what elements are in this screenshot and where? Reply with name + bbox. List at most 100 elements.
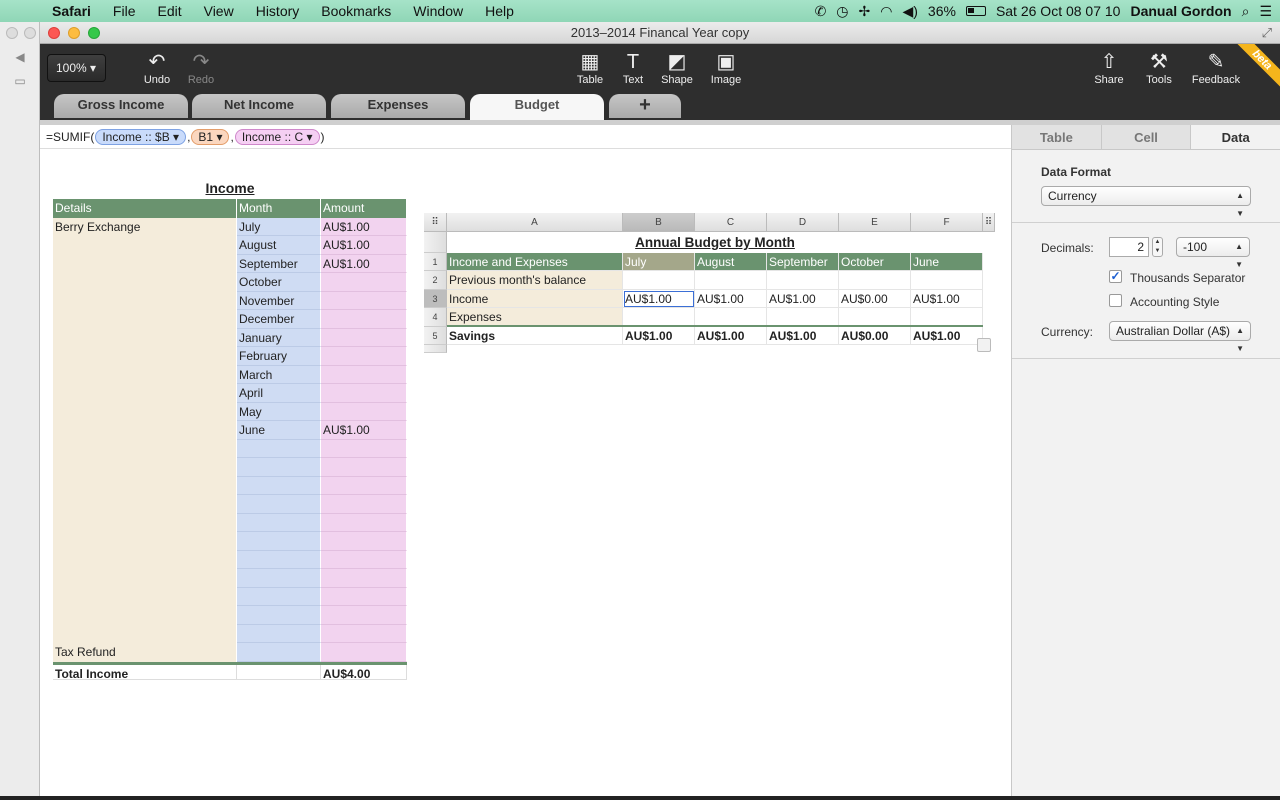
negative-format-select[interactable]: -100 ▲ ▼ — [1176, 237, 1250, 269]
column-header-d[interactable]: D — [767, 213, 839, 232]
budget-savings-cell[interactable]: AU$1.00 — [767, 327, 839, 345]
menu-edit[interactable]: Edit — [146, 3, 192, 19]
income-amount-cell[interactable] — [321, 365, 407, 384]
income-amount-cell[interactable] — [321, 384, 407, 403]
decimals-stepper[interactable]: ▲ ▼ — [1152, 237, 1163, 257]
menu-file[interactable]: File — [102, 3, 147, 19]
income-month-cell[interactable]: June — [237, 421, 321, 440]
income-month-cell[interactable] — [237, 643, 321, 662]
income-amount-cell[interactable] — [321, 439, 407, 458]
formula-bar[interactable]: =SUMIF( Income :: $B ▾ , B1 ▾ , Income :… — [40, 125, 1011, 149]
income-month-cell[interactable]: November — [237, 291, 321, 310]
savings-row-label[interactable]: Savings — [447, 327, 623, 345]
income-detail-cell[interactable] — [53, 347, 237, 366]
budget-cell[interactable] — [695, 271, 767, 290]
column-header-a[interactable]: A — [447, 213, 623, 232]
income-amount-cell[interactable] — [321, 273, 407, 292]
close-window-icon[interactable] — [48, 27, 60, 39]
income-detail-cell[interactable] — [53, 291, 237, 310]
row-header-5[interactable]: 5 — [424, 327, 447, 345]
tab-budget[interactable]: Budget — [470, 94, 604, 120]
income-amount-cell[interactable] — [321, 347, 407, 366]
budget-savings-cell[interactable]: AU$1.00 — [911, 327, 983, 345]
income-detail-cell[interactable] — [53, 365, 237, 384]
selected-cell[interactable]: AU$1.00 — [623, 290, 695, 308]
income-header-cell[interactable]: Month — [237, 199, 321, 218]
formula-token-sum-range[interactable]: Income :: C ▾ — [234, 128, 320, 145]
income-amount-cell[interactable] — [321, 532, 407, 551]
income-amount-cell[interactable] — [321, 606, 407, 625]
income-amount-cell[interactable] — [321, 310, 407, 329]
income-month-cell[interactable]: October — [237, 273, 321, 292]
budget-header-cell[interactable]: August — [695, 253, 767, 271]
income-detail-cell[interactable] — [53, 532, 237, 551]
income-detail-cell[interactable] — [53, 402, 237, 421]
budget-cell[interactable] — [911, 271, 983, 290]
budget-cell[interactable] — [623, 271, 695, 290]
battery-icon[interactable] — [965, 6, 986, 16]
budget-header-cell[interactable]: June — [911, 253, 983, 271]
income-detail-cell[interactable] — [53, 587, 237, 606]
income-amount-cell[interactable]: AU$1.00 — [321, 421, 407, 440]
income-detail-cell[interactable] — [53, 236, 237, 255]
inspector-tab-table[interactable]: Table — [1012, 125, 1102, 149]
income-month-cell[interactable]: February — [237, 347, 321, 366]
income-month-cell[interactable] — [237, 458, 321, 477]
income-month-cell[interactable]: August — [237, 236, 321, 255]
row-resize-grip[interactable] — [424, 345, 447, 353]
bluetooth-icon[interactable]: ✢ — [859, 3, 871, 20]
income-amount-cell[interactable] — [321, 291, 407, 310]
row-header-1[interactable]: 1 — [424, 253, 447, 271]
income-month-cell[interactable] — [237, 550, 321, 569]
budget-header-cell[interactable]: Income and Expenses — [447, 253, 623, 271]
menu-window[interactable]: Window — [402, 3, 474, 19]
income-amount-cell[interactable]: AU$1.00 — [321, 217, 407, 236]
income-month-cell[interactable]: April — [237, 384, 321, 403]
budget-header-cell[interactable]: October — [839, 253, 911, 271]
spotlight-icon[interactable]: ⌕ — [1242, 3, 1250, 20]
budget-header-cell[interactable]: July — [623, 253, 695, 271]
formula-token-range[interactable]: Income :: $B ▾ — [95, 128, 187, 145]
budget-income-cell[interactable]: AU$1.00 — [767, 290, 839, 308]
maximize-window-icon[interactable] — [88, 27, 100, 39]
total-income-blank[interactable] — [237, 664, 321, 680]
column-header-b[interactable]: B — [623, 213, 695, 232]
income-detail-cell[interactable]: Tax Refund — [53, 643, 237, 662]
table-resize-handle[interactable] — [977, 338, 991, 352]
tab-gross-income[interactable]: Gross Income — [54, 94, 188, 118]
share-button[interactable]: ⇧ Share — [1086, 50, 1132, 86]
zoom-select[interactable]: 100% ▾ — [47, 54, 106, 82]
income-detail-cell[interactable] — [53, 310, 237, 329]
budget-header-cell[interactable]: September — [767, 253, 839, 271]
menu-view[interactable]: View — [193, 3, 245, 19]
income-header-cell[interactable]: Details — [53, 199, 237, 218]
column-header-f[interactable]: F — [911, 213, 983, 232]
income-detail-cell[interactable] — [53, 254, 237, 273]
menu-app-safari[interactable]: Safari — [44, 3, 102, 19]
wifi-icon[interactable]: ◠ — [880, 3, 892, 20]
income-amount-cell[interactable] — [321, 328, 407, 347]
menu-bookmarks[interactable]: Bookmarks — [310, 3, 402, 19]
income-detail-cell[interactable] — [53, 495, 237, 514]
decimals-input[interactable]: 2 — [1109, 237, 1149, 257]
income-amount-cell[interactable]: AU$1.00 — [321, 236, 407, 255]
tab-net-income[interactable]: Net Income — [192, 94, 326, 118]
budget-income-cell[interactable]: AU$1.00 — [911, 290, 983, 308]
income-month-cell[interactable]: March — [237, 365, 321, 384]
total-income-label[interactable]: Total Income — [53, 664, 237, 681]
back-arrow-icon[interactable]: ◀ — [10, 50, 30, 66]
income-month-cell[interactable] — [237, 439, 321, 458]
row-header-2[interactable]: 2 — [424, 271, 447, 290]
income-month-cell[interactable] — [237, 587, 321, 606]
inspector-tab-cell[interactable]: Cell — [1101, 125, 1192, 149]
income-detail-cell[interactable] — [53, 606, 237, 625]
notification-center-icon[interactable]: ☰ — [1259, 3, 1272, 20]
income-amount-cell[interactable] — [321, 569, 407, 588]
reading-list-icon[interactable]: ▭ — [10, 74, 30, 90]
budget-savings-cell[interactable]: AU$0.00 — [839, 327, 911, 345]
budget-income-cell[interactable]: AU$0.00 — [839, 290, 911, 308]
income-amount-cell[interactable] — [321, 513, 407, 532]
income-detail-cell[interactable] — [53, 439, 237, 458]
thousands-separator-checkbox[interactable]: ✓ — [1109, 270, 1122, 283]
column-header-e[interactable]: E — [839, 213, 911, 232]
